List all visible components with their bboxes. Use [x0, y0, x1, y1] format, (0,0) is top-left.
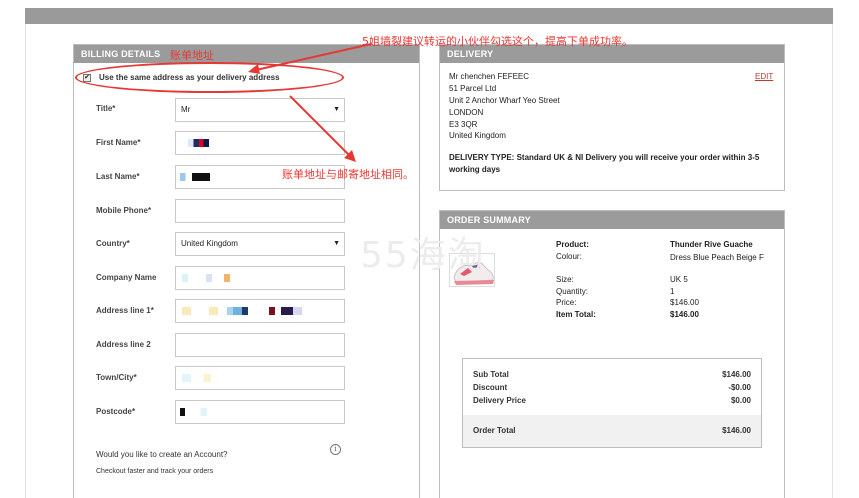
- annotation-arrows: [248, 43, 372, 162]
- arrowhead: [248, 64, 260, 74]
- arrow-to-checkbox: [255, 43, 372, 71]
- arrow-to-fields: [289, 95, 351, 157]
